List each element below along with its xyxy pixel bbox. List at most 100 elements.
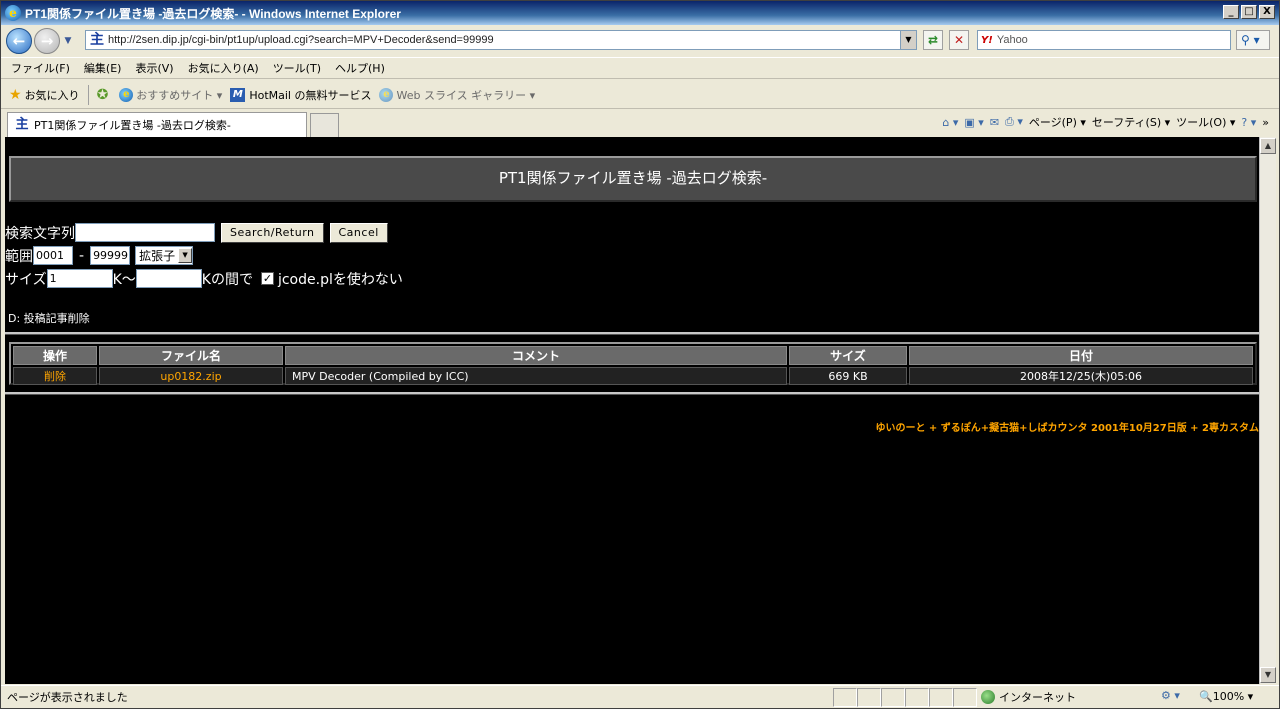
site-favicon-icon: 主 xyxy=(90,32,104,48)
search-go-button[interactable]: ⚲ ▾ xyxy=(1236,30,1270,50)
delete-link[interactable]: 削除 xyxy=(13,367,97,385)
zone-label: インターネット xyxy=(999,691,1076,704)
stop-button[interactable]: ✕ xyxy=(949,30,969,50)
magnifier-icon: ⚲ xyxy=(1241,33,1250,47)
page-menu[interactable]: ページ(P) ▾ xyxy=(1029,114,1086,130)
size-label: サイズ xyxy=(5,271,47,288)
fav-webslice[interactable]: e Web スライス ギャラリー ▾ xyxy=(379,87,535,103)
ie-logo-icon: e xyxy=(5,5,21,21)
zoom-value: 100% xyxy=(1212,690,1245,703)
status-message: ページが表示されました xyxy=(7,691,128,704)
col-filename: ファイル名 xyxy=(99,346,283,365)
scroll-down-icon[interactable]: ▼ xyxy=(1260,667,1276,683)
star-icon: ★ xyxy=(9,86,22,103)
fav-hotmail[interactable]: M HotMail の無料サービス xyxy=(230,87,371,103)
extension-select[interactable]: 拡張子 ▼ xyxy=(135,246,194,265)
security-zone[interactable]: インターネット xyxy=(981,689,1076,705)
file-link[interactable]: up0182.zip xyxy=(99,367,283,385)
size-min-input[interactable]: 1 xyxy=(46,269,113,288)
fav-hotmail-label: HotMail の無料サービス xyxy=(249,88,372,102)
jcode-checkbox[interactable]: ✓ xyxy=(260,272,274,285)
search-box[interactable]: Y! Yahoo xyxy=(977,30,1231,50)
help-menu[interactable]: ? ▾ xyxy=(1241,116,1256,129)
add-favorites-button[interactable]: ✪ xyxy=(97,87,112,103)
back-button[interactable]: ← xyxy=(6,28,32,54)
address-url[interactable]: http://2sen.dip.jp/cgi-bin/pt1up/upload.… xyxy=(108,34,494,46)
range-from-input[interactable]: 0001 xyxy=(33,246,73,265)
tab-row: 主 PT1関係ファイル置き場 -過去ログ検索- ⌂ ▾ ▣ ▾ ✉ ⎙ ▾ ペー… xyxy=(1,109,1279,137)
menu-favorites[interactable]: お気に入り(A) xyxy=(188,60,259,76)
col-action: 操作 xyxy=(13,346,97,365)
status-cell xyxy=(929,688,953,707)
feeds-icon[interactable]: ▣ ▾ xyxy=(964,116,983,129)
fav-webslice-label: Web スライス ギャラリー ▾ xyxy=(396,88,536,102)
status-cell xyxy=(953,688,977,707)
divider xyxy=(5,332,1259,335)
fav-suggested-label: おすすめサイト ▾ xyxy=(136,88,223,102)
col-size: サイズ xyxy=(789,346,907,365)
range-separator: - xyxy=(79,247,85,264)
tools-menu[interactable]: ツール(O) ▾ xyxy=(1176,114,1235,130)
zoom-level[interactable]: 🔍100% ▾ xyxy=(1199,690,1253,703)
address-bar[interactable]: 主 http://2sen.dip.jp/cgi-bin/pt1up/uploa… xyxy=(85,30,917,50)
history-dropdown-icon[interactable]: ▼ xyxy=(62,36,74,46)
safety-menu[interactable]: セーフティ(S) ▾ xyxy=(1092,114,1170,130)
extension-select-value: 拡張子 xyxy=(139,249,176,263)
col-date: 日付 xyxy=(909,346,1253,365)
minimize-button[interactable]: _ xyxy=(1223,5,1239,19)
favorites-bar: ★ お気に入り ✪ e おすすめサイト ▾ M HotMail の無料サービス … xyxy=(1,81,1279,109)
size-max-input[interactable] xyxy=(135,269,202,288)
search-label: 検索文字列 xyxy=(5,225,75,242)
search-placeholder: Yahoo xyxy=(996,34,1028,46)
menu-view[interactable]: 表示(V) xyxy=(135,60,173,76)
page-title: PT1関係ファイル置き場 -過去ログ検索- xyxy=(9,156,1257,202)
browser-window: e PT1関係ファイル置き場 -過去ログ検索- - Windows Intern… xyxy=(0,0,1280,709)
new-tab-button[interactable] xyxy=(310,113,339,137)
menu-bar: ファイル(F) 編集(E) 表示(V) お気に入り(A) ツール(T) ヘルプ(… xyxy=(1,57,1279,79)
chevron-icon[interactable]: » xyxy=(1262,116,1269,129)
print-icon[interactable]: ⎙ ▾ xyxy=(1005,115,1023,129)
menu-help[interactable]: ヘルプ(H) xyxy=(335,60,385,76)
menu-edit[interactable]: 編集(E) xyxy=(84,60,122,76)
cancel-button[interactable]: Cancel xyxy=(329,222,388,243)
col-comment: コメント xyxy=(285,346,787,365)
size-unit-label: K～ xyxy=(112,271,136,288)
msn-icon: M xyxy=(230,87,246,102)
search-input[interactable] xyxy=(75,223,215,242)
table-row: 削除 up0182.zip MPV Decoder (Compiled by I… xyxy=(13,367,1253,385)
search-row: 検索文字列 Search/Return Cancel xyxy=(5,221,705,244)
tab-active[interactable]: 主 PT1関係ファイル置き場 -過去ログ検索- xyxy=(7,112,307,137)
refresh-button[interactable]: ⇄ xyxy=(923,30,943,50)
footer-credits[interactable]: ゆいのーと + ずるぽん+擬古猫+しばカウンタ 2001年10月27日版 + 2… xyxy=(875,419,1259,434)
separator xyxy=(87,84,89,105)
close-button[interactable]: X xyxy=(1259,5,1275,19)
status-cell xyxy=(881,688,905,707)
fav-suggested-sites[interactable]: e おすすめサイト ▾ xyxy=(119,87,222,103)
page-content: PT1関係ファイル置き場 -過去ログ検索- 検索文字列 Search/Retur… xyxy=(5,137,1259,684)
scroll-up-icon[interactable]: ▲ xyxy=(1260,138,1276,154)
range-to-input[interactable]: 99999 xyxy=(90,246,131,265)
status-bar: ページが表示されました インターネット ⚙ ▾ 🔍100% ▾ xyxy=(1,685,1279,708)
status-cell xyxy=(857,688,881,707)
forward-button[interactable]: → xyxy=(34,28,60,54)
address-dropdown-icon[interactable]: ▼ xyxy=(900,31,916,49)
maximize-button[interactable]: □ xyxy=(1241,5,1257,19)
favorites-button[interactable]: ★ お気に入り xyxy=(9,87,80,103)
search-form: 検索文字列 Search/Return Cancel 範囲 0001 - 999… xyxy=(5,221,705,290)
yahoo-logo-icon: Y! xyxy=(981,34,993,46)
status-cell xyxy=(833,688,857,707)
mail-icon[interactable]: ✉ xyxy=(990,116,999,129)
search-return-button[interactable]: Search/Return xyxy=(221,222,324,243)
title-bar: e PT1関係ファイル置き場 -過去ログ検索- - Windows Intern… xyxy=(1,1,1279,25)
delete-note: D: 投稿記事削除 xyxy=(8,312,90,325)
protected-mode-icon[interactable]: ⚙ ▾ xyxy=(1161,689,1180,702)
status-cell xyxy=(905,688,929,707)
menu-tools[interactable]: ツール(T) xyxy=(273,60,321,76)
menu-file[interactable]: ファイル(F) xyxy=(11,60,70,76)
home-icon[interactable]: ⌂ ▾ xyxy=(942,116,958,129)
size-suffix-label: Kの間で xyxy=(201,271,253,288)
comment-cell: MPV Decoder (Compiled by ICC) xyxy=(285,367,787,385)
site-favicon-icon: 主 xyxy=(15,117,29,132)
tab-title: PT1関係ファイル置き場 -過去ログ検索- xyxy=(34,119,231,132)
vertical-scrollbar[interactable]: ▲ ▼ xyxy=(1259,137,1276,684)
